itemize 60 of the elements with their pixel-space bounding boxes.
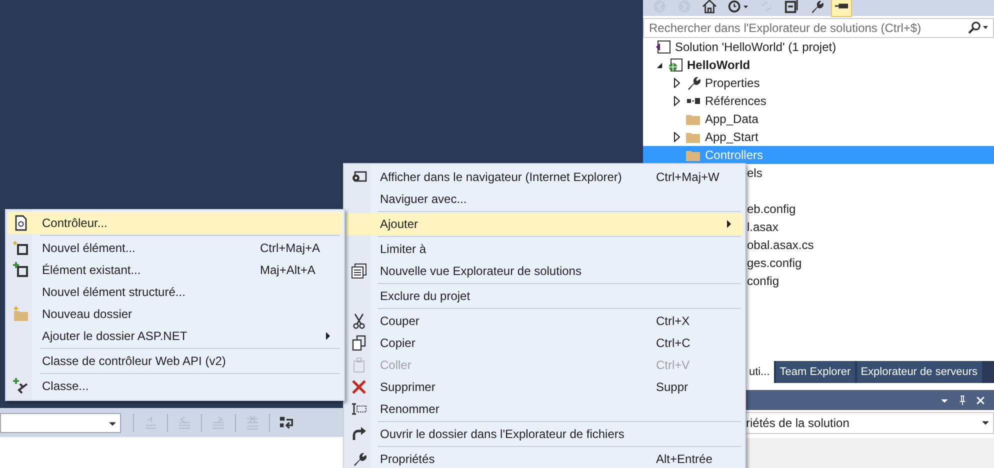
menu-item[interactable]: Classe de contrôleur Web API (v2) [8, 350, 342, 372]
delete-icon [351, 379, 367, 395]
copy-icon [351, 335, 367, 351]
menu-item[interactable]: Exclure du projet [346, 285, 743, 307]
window-list-icon [351, 263, 367, 279]
menu-item[interactable]: Nouvel élément structuré... [8, 281, 342, 303]
collapsed-arrow-icon[interactable] [674, 132, 680, 142]
new-item-icon [13, 240, 29, 256]
collapsed-arrow-icon[interactable] [674, 96, 680, 106]
previous-message-icon [177, 415, 192, 430]
solution-icon [655, 39, 671, 55]
tree-item[interactable]: App_Start [705, 130, 758, 144]
menu-item[interactable]: Supprimer Suppr [346, 376, 743, 398]
menu-item[interactable]: Nouvelle vue Explorateur de solutions [346, 260, 743, 282]
menu-item[interactable]: Contrôleur... [8, 212, 342, 234]
tree-item[interactable]: Solution 'HelloWorld' (1 projet) [675, 40, 836, 54]
menu-item[interactable]: Élément existant... Maj+Alt+A [8, 259, 342, 281]
menu-item[interactable]: Ajouter [346, 213, 743, 235]
search-field[interactable]: Rechercher dans l'Explorateur de solutions (Ctrl+$) [643, 18, 994, 38]
menu-item[interactable]: Afficher dans le navigateur (Internet Explorer) Ctrl+Maj+W [346, 166, 743, 188]
menu-item[interactable]: Naviguer avec... [346, 188, 743, 210]
clipboard-icon [351, 357, 367, 373]
window-icon [784, 0, 799, 14]
tree-item[interactable]: HelloWorld [687, 58, 750, 72]
menu-item[interactable]: Propriétés Alt+Entrée [346, 448, 743, 468]
menu-item[interactable]: Nouvel élément... Ctrl+Maj+A [8, 237, 342, 259]
home-icon [702, 0, 717, 14]
menu-item[interactable]: Classe... [8, 375, 342, 397]
search-icon [967, 21, 989, 35]
tree-item[interactable]: Properties [705, 76, 760, 90]
caret-icon [982, 421, 989, 425]
caret-icon [109, 422, 116, 426]
submenu-arrow-icon [326, 332, 330, 340]
menu-item[interactable]: Couper Ctrl+X [346, 310, 743, 332]
menu-item[interactable]: Copier Ctrl+C [346, 332, 743, 354]
new-folder-icon [13, 306, 29, 322]
pin-icon[interactable] [958, 394, 967, 406]
goto-line-icon [143, 415, 158, 430]
menu-item[interactable]: Nouveau dossier [8, 303, 342, 325]
panel-tab[interactable]: Team Explorer [776, 361, 855, 383]
scissors-icon [351, 313, 367, 329]
curved-arrow-icon [351, 426, 367, 442]
clock-icon [727, 0, 749, 14]
wrench-icon [809, 0, 824, 14]
panel-tab[interactable]: Explorateur de serveurs [856, 361, 982, 383]
submenu-arrow-icon [727, 220, 731, 228]
tree-item[interactable]: App_Data [705, 112, 758, 126]
document-icon [13, 215, 29, 231]
collapsed-arrow-icon[interactable] [674, 78, 680, 88]
word-wrap-icon [279, 415, 294, 430]
toolbar-button[interactable] [831, 0, 852, 17]
rename-icon [351, 401, 367, 417]
add-item-icon [13, 262, 29, 278]
clear-all-icon [245, 415, 260, 430]
menu-item[interactable]: Ajouter le dossier ASP.NET [8, 325, 342, 347]
next-message-icon [211, 415, 226, 430]
close-icon[interactable] [976, 394, 985, 406]
expanded-arrow-icon[interactable] [656, 62, 662, 68]
tree-item[interactable]: Références [705, 94, 766, 108]
menu-item[interactable]: Limiter à [346, 238, 743, 260]
